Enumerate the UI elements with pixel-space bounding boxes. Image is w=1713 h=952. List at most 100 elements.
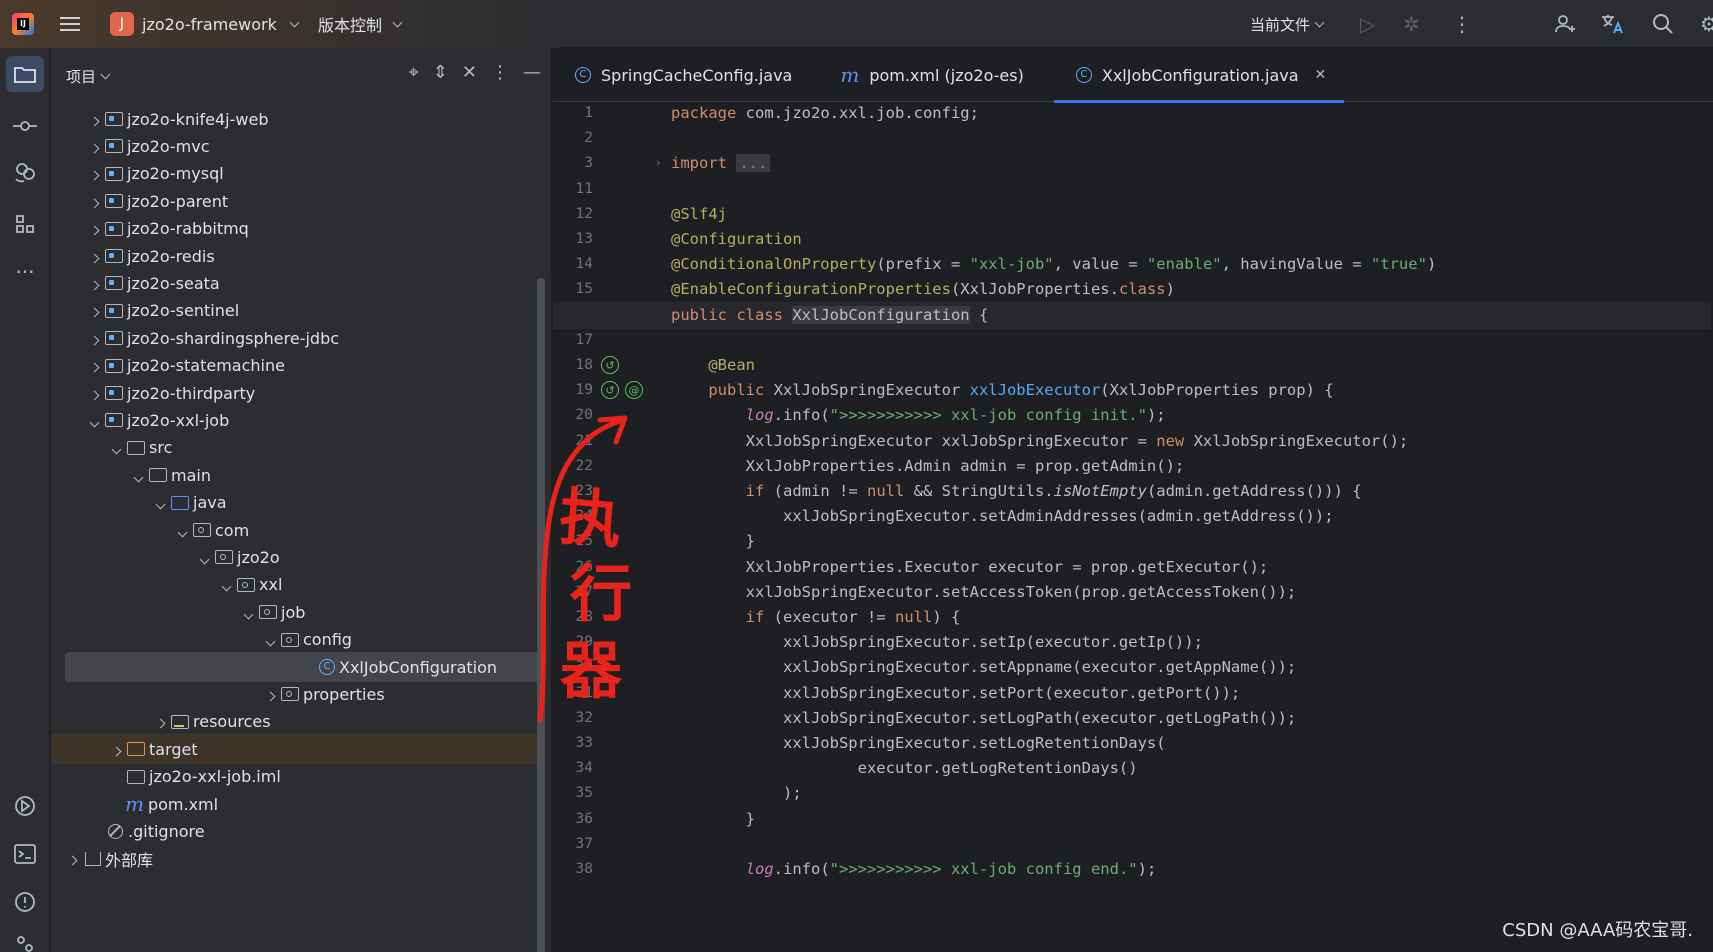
chevron-right-icon[interactable]: [85, 329, 103, 348]
tree-item[interactable]: jzo2o-parent: [51, 186, 541, 216]
code-line[interactable]: log.info(">>>>>>>>>>> xxl-job config end…: [671, 856, 1711, 883]
cloud-icon[interactable]: [6, 154, 44, 190]
code-line[interactable]: [671, 327, 1711, 354]
code-line[interactable]: xxlJobSpringExecutor.setPort(executor.ge…: [671, 680, 1711, 707]
chevron-right-icon[interactable]: [151, 712, 169, 731]
chevron-down-icon[interactable]: [151, 493, 169, 512]
editor-tab[interactable]: C SpringCacheConfig.java: [553, 48, 810, 102]
line-number[interactable]: 17: [553, 327, 593, 354]
tree-item[interactable]: com: [51, 515, 541, 545]
line-number[interactable]: 25: [553, 528, 593, 555]
line-number[interactable]: 32: [553, 705, 593, 732]
line-number[interactable]: 12: [553, 201, 593, 228]
more-tools-icon[interactable]: ···: [6, 254, 44, 290]
line-number[interactable]: 27: [553, 579, 593, 606]
spring-bean-icon[interactable]: ↺: [601, 356, 619, 374]
chevron-right-icon[interactable]: [261, 685, 279, 704]
autowired-icon[interactable]: @: [625, 381, 643, 400]
vcs-menu[interactable]: 版本控制: [318, 0, 405, 48]
tree-item[interactable]: jzo2o-shardingsphere-jdbc: [51, 323, 541, 353]
editor-tab[interactable]: C XxlJobConfiguration.java ✕: [1053, 48, 1345, 103]
chevron-right-icon[interactable]: [107, 740, 125, 759]
code-line[interactable]: log.info(">>>>>>>>>>> xxl-job config ini…: [671, 402, 1711, 429]
terminal-icon[interactable]: [6, 836, 44, 872]
line-number[interactable]: 1: [553, 100, 593, 127]
run-config-selector[interactable]: 当前文件: [1250, 0, 1327, 48]
tree-item[interactable]: jzo2o-xxl-job: [51, 405, 541, 435]
run-icon[interactable]: ▷: [1360, 0, 1375, 48]
chevron-down-icon[interactable]: [129, 466, 147, 485]
tree-item[interactable]: main: [51, 460, 541, 490]
tree-item[interactable]: m pom.xml: [51, 789, 541, 819]
fold-icon[interactable]: ›: [656, 156, 661, 170]
project-view-selector[interactable]: 项目: [66, 66, 113, 87]
expand-all-icon[interactable]: ⇕: [433, 62, 448, 83]
line-number[interactable]: 2: [553, 125, 593, 152]
code-line[interactable]: xxlJobSpringExecutor.setLogRetentionDays…: [671, 730, 1711, 757]
project-scrollbar[interactable]: [537, 278, 545, 952]
line-number[interactable]: 15: [553, 276, 593, 303]
line-number[interactable]: 21: [553, 428, 593, 455]
chevron-down-icon[interactable]: [261, 630, 279, 649]
services-icon[interactable]: [6, 788, 44, 824]
code-line[interactable]: @ConditionalOnProperty(prefix = "xxl-job…: [671, 251, 1711, 278]
editor-tab[interactable]: m pom.xml (jzo2o-es): [822, 48, 1042, 102]
code-line[interactable]: xxlJobSpringExecutor.setAppname(executor…: [671, 654, 1711, 681]
translate-icon[interactable]: [1600, 0, 1626, 48]
code-line[interactable]: @Configuration: [671, 226, 1711, 253]
chevron-right-icon[interactable]: [85, 384, 103, 403]
line-number[interactable]: 26: [553, 554, 593, 581]
code-line[interactable]: }: [671, 806, 1711, 833]
line-number[interactable]: 11: [553, 176, 593, 203]
main-menu-icon[interactable]: [60, 0, 80, 48]
settings-icon[interactable]: ⚙: [1700, 0, 1713, 48]
tree-item[interactable]: C XxlJobConfiguration: [65, 652, 541, 682]
chevron-right-icon[interactable]: [85, 247, 103, 266]
line-number[interactable]: 14: [553, 251, 593, 278]
chevron-down-icon[interactable]: [217, 575, 235, 594]
code-line[interactable]: @Slf4j: [671, 201, 1711, 228]
tree-item[interactable]: target: [51, 734, 541, 765]
tree-item[interactable]: jzo2o-statemachine: [51, 351, 541, 381]
close-tab-icon[interactable]: ✕: [1315, 67, 1327, 83]
line-number[interactable]: 19: [553, 377, 593, 404]
chevron-right-icon[interactable]: [85, 137, 103, 156]
locate-icon[interactable]: ⌖: [409, 62, 419, 83]
add-user-icon[interactable]: [1553, 0, 1577, 48]
chevron-right-icon[interactable]: [85, 219, 103, 238]
project-folder-icon[interactable]: [6, 56, 44, 92]
tree-item[interactable]: job: [51, 597, 541, 627]
tree-item[interactable]: jzo2o-knife4j-web: [51, 104, 541, 134]
tree-item[interactable]: jzo2o-seata: [51, 268, 541, 298]
line-number[interactable]: 31: [553, 680, 593, 707]
tree-item[interactable]: java: [51, 488, 541, 518]
line-number[interactable]: 36: [553, 806, 593, 833]
tree-item[interactable]: jzo2o-mysql: [51, 159, 541, 189]
code-line[interactable]: XxlJobProperties.Admin admin = prop.getA…: [671, 453, 1711, 480]
tree-item[interactable]: jzo2o-mvc: [51, 131, 541, 161]
search-icon[interactable]: [1652, 0, 1674, 48]
chevron-right-icon[interactable]: [85, 274, 103, 293]
options-icon[interactable]: ⋮: [491, 62, 509, 83]
code-line[interactable]: [671, 176, 1711, 203]
code-line[interactable]: public class XxlJobConfiguration {: [553, 301, 1711, 329]
code-line[interactable]: }: [671, 528, 1711, 555]
code-view[interactable]: package com.jzo2o.xxl.job.config; import …: [553, 102, 1711, 952]
code-line[interactable]: );: [671, 780, 1711, 807]
chevron-down-icon[interactable]: [107, 438, 125, 457]
code-line[interactable]: @EnableConfigurationProperties(XxlJobPro…: [671, 276, 1711, 303]
line-number[interactable]: 34: [553, 755, 593, 782]
line-number[interactable]: 3: [553, 150, 593, 177]
chevron-right-icon[interactable]: [85, 301, 103, 320]
code-line[interactable]: xxlJobSpringExecutor.setAdminAddresses(a…: [671, 503, 1711, 530]
code-line[interactable]: xxlJobSpringExecutor.setAccessToken(prop…: [671, 579, 1711, 606]
chevron-down-icon[interactable]: [173, 521, 191, 540]
code-line[interactable]: [671, 831, 1711, 858]
line-number[interactable]: 20: [553, 402, 593, 429]
code-line[interactable]: if (admin != null && StringUtils.isNotEm…: [671, 478, 1711, 505]
line-number[interactable]: 24: [553, 503, 593, 530]
tree-item[interactable]: jzo2o-xxl-job.iml: [51, 762, 541, 792]
tree-item[interactable]: jzo2o: [51, 542, 541, 572]
chevron-right-icon[interactable]: [63, 849, 81, 868]
line-number[interactable]: 29: [553, 629, 593, 656]
